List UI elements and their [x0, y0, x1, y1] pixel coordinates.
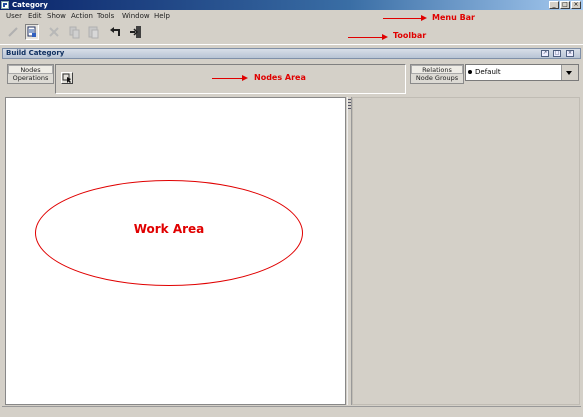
frame-close-icon[interactable]: × [566, 50, 574, 57]
maximize-button[interactable]: □ [560, 1, 570, 9]
menu-bar-arrow [383, 18, 421, 19]
app-icon [1, 1, 9, 9]
exit-icon[interactable] [129, 24, 143, 40]
splitter-grip-icon[interactable] [348, 99, 351, 109]
minimize-button[interactable]: _ [549, 1, 559, 9]
menu-bar-arrow-head [421, 15, 427, 21]
toolbar-arrow [348, 37, 382, 38]
menu-tools[interactable]: Tools [97, 11, 114, 21]
right-pane [352, 97, 580, 405]
close-button[interactable]: × [571, 1, 581, 9]
menu-window[interactable]: Window [122, 11, 150, 21]
menu-bar-annotation: Menu Bar [432, 13, 476, 22]
undo-icon[interactable] [109, 24, 123, 40]
properties-icon[interactable] [25, 24, 39, 40]
menu-show[interactable]: Show [47, 11, 66, 21]
nodes-area-arrow [212, 78, 242, 79]
nodes-area [55, 64, 406, 94]
frame-restore-icon[interactable]: ↗ [541, 50, 549, 57]
chevron-down-icon [566, 71, 572, 75]
tab-node-groups[interactable]: Node Groups [411, 74, 463, 83]
combo-value: Default [475, 68, 501, 76]
work-area-annotation: Work Area [133, 222, 205, 236]
status-bar [2, 406, 581, 416]
menu-action[interactable]: Action [71, 11, 93, 21]
menu-edit[interactable]: Edit [28, 11, 42, 21]
tab-nodes[interactable]: Nodes [8, 65, 53, 74]
delete-icon[interactable] [47, 24, 61, 40]
build-category-title: Build Category [6, 49, 65, 57]
title-bar [0, 0, 583, 10]
nodes-area-annotation: Nodes Area [254, 73, 306, 82]
paste-icon[interactable] [87, 24, 101, 40]
toolbar-arrow-head [382, 34, 388, 40]
toolbar-annotation: Toolbar [393, 31, 427, 40]
menu-help[interactable]: Help [154, 11, 170, 21]
select-tool-icon[interactable] [61, 72, 73, 84]
pencil-icon[interactable] [6, 24, 20, 40]
menu-user[interactable]: User [6, 11, 22, 21]
bullet-icon [468, 70, 472, 74]
frame-maximize-icon[interactable]: □ [553, 50, 561, 57]
tab-relations[interactable]: Relations [411, 65, 463, 74]
window-title: Category [12, 1, 48, 9]
copy-icon[interactable] [68, 24, 82, 40]
nodes-area-arrow-head [242, 75, 248, 81]
tab-operations[interactable]: Operations [8, 74, 53, 83]
build-category-header [2, 48, 581, 59]
